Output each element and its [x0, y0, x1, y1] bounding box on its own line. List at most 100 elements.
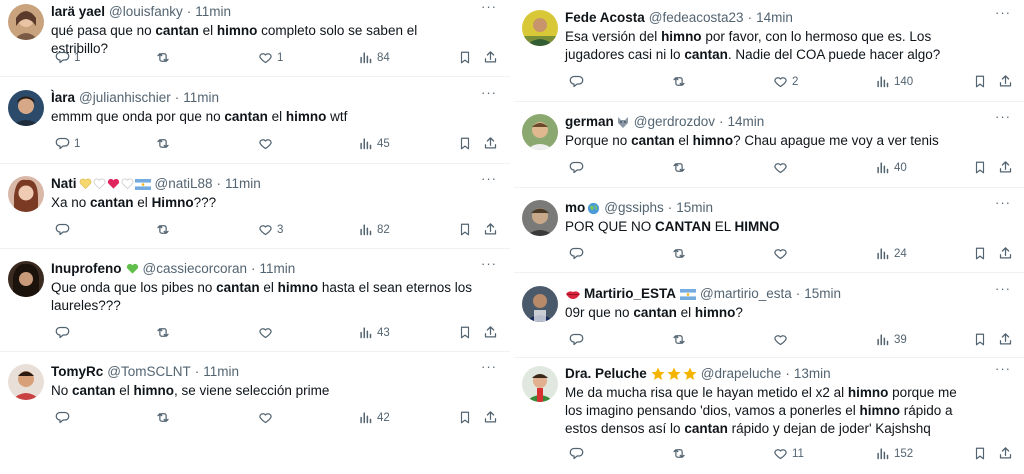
user-handle[interactable]: @gssiphs: [604, 200, 663, 216]
user-handle[interactable]: @julianhischier: [79, 90, 171, 106]
retweet-button[interactable]: [667, 246, 691, 261]
timestamp[interactable]: 11min: [183, 90, 219, 106]
retweet-button[interactable]: [667, 74, 691, 89]
views-button[interactable]: 43: [354, 325, 390, 340]
avatar[interactable]: [8, 261, 44, 297]
timestamp[interactable]: 13min: [794, 366, 831, 382]
timestamp[interactable]: 15min: [804, 286, 841, 302]
more-icon[interactable]: ···: [480, 172, 498, 186]
tweet[interactable]: TomyRc @TomSCLNT · 11min ··· No cantan e…: [0, 360, 510, 436]
display-name[interactable]: larä yael: [51, 4, 105, 20]
views-button[interactable]: 140: [871, 74, 913, 89]
reply-button[interactable]: [51, 410, 74, 425]
more-icon[interactable]: ···: [994, 196, 1012, 210]
user-handle[interactable]: @cassiecorcoran: [143, 261, 248, 277]
user-handle[interactable]: @fedeacosta23: [649, 10, 744, 26]
retweet-button[interactable]: [151, 410, 175, 425]
tweet[interactable]: Nati @natiL88 · 11min ··· Xa no cantan e…: [0, 172, 510, 248]
reply-button[interactable]: [565, 246, 588, 261]
retweet-button[interactable]: [667, 446, 691, 461]
share-button[interactable]: [998, 160, 1013, 180]
share-button[interactable]: [998, 74, 1013, 94]
more-icon[interactable]: ···: [480, 360, 498, 374]
display-name[interactable]: Dra. Peluche: [565, 366, 647, 382]
like-button[interactable]: 11: [769, 446, 804, 461]
more-icon[interactable]: ···: [994, 110, 1012, 124]
timestamp[interactable]: 11min: [260, 261, 296, 277]
timestamp[interactable]: 14min: [728, 114, 765, 130]
share-button[interactable]: [998, 332, 1013, 352]
bookmark-button[interactable]: [458, 410, 472, 430]
retweet-button[interactable]: [151, 136, 175, 151]
share-button[interactable]: [483, 410, 498, 430]
views-button[interactable]: 45: [354, 136, 390, 151]
retweet-button[interactable]: [667, 332, 691, 347]
tweet[interactable]: Fede Acosta @fedeacosta23 · 14min ··· Es…: [514, 6, 1024, 98]
bookmark-button[interactable]: [973, 74, 987, 94]
tweet[interactable]: larä yael @louisfanky · 11min ··· qué pa…: [0, 0, 510, 76]
tweet[interactable]: german @gerdrozdov · 14min ··· Porque no…: [514, 110, 1024, 186]
display-name[interactable]: german: [565, 114, 614, 130]
tweet[interactable]: Dra. Peluche @drapeluche · 13min ··· Me …: [514, 362, 1024, 474]
more-icon[interactable]: ···: [480, 86, 498, 100]
more-icon[interactable]: ···: [994, 362, 1012, 376]
like-button[interactable]: [769, 246, 792, 261]
views-button[interactable]: 40: [871, 160, 907, 175]
display-name[interactable]: mo: [565, 200, 585, 216]
tweet[interactable]: mo @gssiphs · 15min ··· POR QUE NO CANTA…: [514, 196, 1024, 272]
avatar[interactable]: [522, 10, 558, 46]
views-button[interactable]: 24: [871, 246, 907, 261]
views-button[interactable]: 39: [871, 332, 907, 347]
user-handle[interactable]: @drapeluche: [701, 366, 782, 382]
display-name[interactable]: Fede Acosta: [565, 10, 645, 26]
tweet[interactable]: Inuprofeno @cassiecorcoran · 11min ··· Q…: [0, 257, 510, 349]
reply-button[interactable]: [565, 74, 588, 89]
bookmark-button[interactable]: [973, 246, 987, 266]
reply-button[interactable]: [565, 332, 588, 347]
like-button[interactable]: 1: [254, 50, 283, 65]
like-button[interactable]: [254, 325, 277, 340]
like-button[interactable]: [769, 160, 792, 175]
avatar[interactable]: [522, 200, 558, 236]
share-button[interactable]: [483, 325, 498, 345]
bookmark-button[interactable]: [458, 325, 472, 345]
timestamp[interactable]: 11min: [225, 176, 261, 192]
retweet-button[interactable]: [151, 325, 175, 340]
reply-button[interactable]: 1: [51, 136, 80, 151]
like-button[interactable]: [254, 410, 277, 425]
timestamp[interactable]: 11min: [195, 4, 231, 20]
avatar[interactable]: [8, 90, 44, 126]
display-name[interactable]: Nati: [51, 176, 77, 192]
share-button[interactable]: [483, 50, 498, 70]
views-button[interactable]: 42: [354, 410, 390, 425]
reply-button[interactable]: 1: [51, 50, 80, 65]
more-icon[interactable]: ···: [480, 0, 498, 14]
share-button[interactable]: [998, 246, 1013, 266]
share-button[interactable]: [998, 446, 1013, 466]
share-button[interactable]: [483, 136, 498, 156]
like-button[interactable]: [254, 136, 277, 151]
views-button[interactable]: 82: [354, 222, 390, 237]
views-button[interactable]: 152: [871, 446, 913, 461]
user-handle[interactable]: @louisfanky: [109, 4, 183, 20]
reply-button[interactable]: [51, 222, 74, 237]
bookmark-button[interactable]: [458, 136, 472, 156]
user-handle[interactable]: @martirio_esta: [700, 286, 792, 302]
user-handle[interactable]: @TomSCLNT: [107, 364, 190, 380]
retweet-button[interactable]: [667, 160, 691, 175]
display-name[interactable]: Ìara: [51, 90, 75, 106]
more-icon[interactable]: ···: [994, 6, 1012, 20]
like-button[interactable]: 3: [254, 222, 283, 237]
display-name[interactable]: Martirio_ESTA: [584, 286, 676, 302]
bookmark-button[interactable]: [973, 332, 987, 352]
like-button[interactable]: [769, 332, 792, 347]
avatar[interactable]: [8, 4, 44, 40]
retweet-button[interactable]: [151, 50, 175, 65]
bookmark-button[interactable]: [458, 222, 472, 242]
bookmark-button[interactable]: [973, 446, 987, 466]
share-button[interactable]: [483, 222, 498, 242]
reply-button[interactable]: [565, 446, 588, 461]
timestamp[interactable]: 15min: [676, 200, 713, 216]
avatar[interactable]: [8, 364, 44, 400]
views-button[interactable]: 84: [354, 50, 390, 65]
